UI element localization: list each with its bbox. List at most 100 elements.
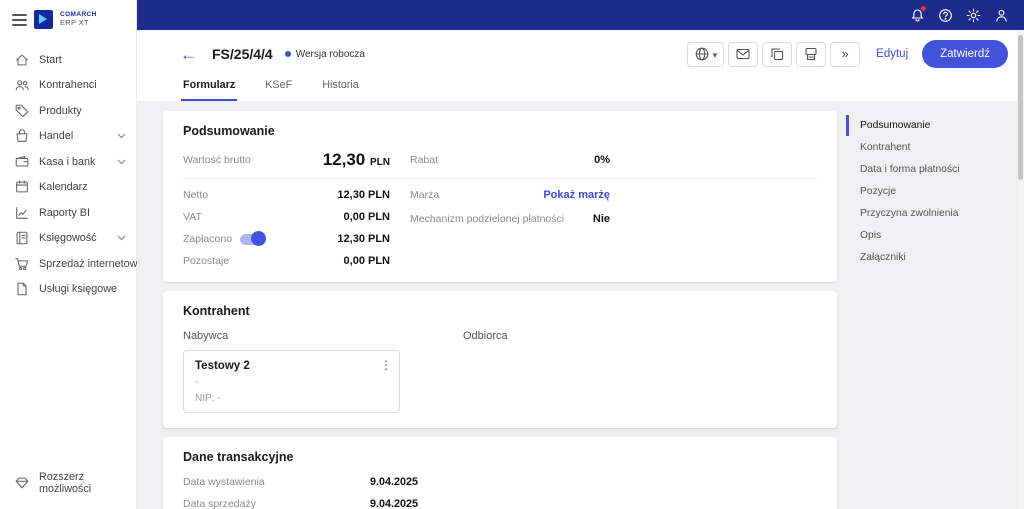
summary-row-vat: VAT 0,00 PLN (183, 211, 390, 223)
main-area: FS/25/4/4 Wersja robocza (137, 0, 1024, 509)
section-anchor-nav: Podsumowanie Kontrahent Data i forma pła… (846, 111, 1008, 509)
back-button[interactable] (180, 46, 197, 63)
fiscal-printer-icon (805, 47, 817, 61)
sidebar-item-start[interactable]: Start (0, 47, 136, 73)
anchor-przyczyna-zwolnienia[interactable]: Przyczyna zwolnienia (846, 203, 1008, 224)
buyer-address: - (195, 377, 199, 388)
email-button[interactable] (728, 41, 759, 67)
fiscal-printer-button[interactable] (796, 41, 827, 67)
gear-icon (966, 8, 981, 22)
help-button[interactable] (933, 3, 958, 27)
tab-bar: Formularz KSeF Historia (137, 74, 1024, 102)
transaction-row: Data sprzedaży 9.04.2025 (183, 497, 419, 509)
anchor-pozycje[interactable]: Pozycje (846, 181, 1008, 202)
copy-icon (771, 48, 784, 61)
tag-icon (13, 102, 30, 119)
sidebar-footer-upgrade[interactable]: Rozszerz możliwości (0, 459, 136, 509)
summary-title: Podsumowanie (183, 124, 275, 138)
sidebar-item-kasa-i-bank[interactable]: Kasa i bank (0, 149, 136, 175)
anchor-data-i-forma-platnosci[interactable]: Data i forma płatności (846, 159, 1008, 180)
sidebar: COMARCH ERP XT Start Kontrahenci Produkt… (0, 0, 161, 509)
notifications-button[interactable] (905, 3, 930, 27)
comarch-logo-icon (34, 10, 53, 29)
sidebar-item-produkty[interactable]: Produkty (0, 98, 136, 124)
currency-label: PLN (370, 157, 390, 168)
divider (183, 178, 817, 179)
sidebar-item-label: Raporty BI (39, 206, 91, 219)
notification-badge (920, 5, 927, 12)
hamburger-menu-icon[interactable] (12, 13, 27, 26)
summary-row-pozostaje: Pozostaje 0,00 PLN (183, 255, 390, 267)
sidebar-item-uslugi-ksiegowe[interactable]: Usługi księgowe (0, 277, 136, 303)
contractor-column-headers: Nabywca Odbiorca (183, 330, 817, 342)
sidebar-item-handel[interactable]: Handel (0, 124, 136, 150)
content-area: Podsumowanie Wartość brutto 12,30 PLN Ra… (137, 102, 1024, 509)
brand-line2: ERP XT (60, 17, 89, 27)
app-window: COMARCH ERP XT Start Kontrahenci Produkt… (0, 0, 1024, 509)
sidebar-item-label: Sprzedaż internetowa (39, 257, 144, 270)
sidebar-item-label: Start (39, 53, 62, 66)
sidebar-item-label: Kalendarz (39, 181, 88, 194)
document-title: FS/25/4/4 (212, 46, 273, 62)
tab-ksef[interactable]: KSeF (263, 74, 294, 101)
status-dot-icon (284, 51, 291, 57)
sidebar-header: COMARCH ERP XT (0, 8, 136, 39)
summary-grid: Netto 12,30 PLN VAT 0,00 PLN Zapłacono 1… (183, 189, 817, 267)
sidebar-item-label: Kontrahenci (39, 79, 97, 92)
header-actions: Edytuj Zatwierdź (686, 40, 1008, 68)
wallet-icon (13, 153, 30, 170)
envelope-icon (736, 48, 750, 60)
anchor-podsumowanie[interactable]: Podsumowanie (846, 115, 1008, 136)
tab-historia[interactable]: Historia (320, 74, 361, 101)
sidebar-item-label: Usługi księgowe (39, 283, 118, 296)
double-chevron-right-icon (842, 45, 849, 63)
document-icon (13, 281, 30, 298)
user-button[interactable] (989, 3, 1014, 27)
help-icon (939, 8, 952, 22)
caret-down-icon (713, 45, 718, 63)
buyer-card[interactable]: Testowy 2 - NIP: - (183, 350, 400, 413)
copy-button[interactable] (762, 41, 793, 67)
summary-card: Podsumowanie Wartość brutto 12,30 PLN Ra… (163, 111, 837, 282)
sidebar-item-kalendarz[interactable]: Kalendarz (0, 175, 136, 201)
anchor-zalaczniki[interactable]: Załączniki (846, 247, 1008, 268)
summary-row-split-payment: Mechanizm podzielonej płatności Nie (410, 213, 610, 225)
contractor-card: Kontrahent Nabywca Odbiorca Testowy 2 - … (163, 291, 837, 428)
sidebar-item-raporty-bi[interactable]: Raporty BI (0, 200, 136, 226)
anchor-kontrahent[interactable]: Kontrahent (846, 137, 1008, 158)
receiver-header: Odbiorca (463, 330, 508, 342)
summary-row-zaplacono: Zapłacono 12,30 PLN (183, 231, 390, 246)
ledger-icon (13, 230, 30, 247)
sidebar-item-sprzedaz-internetowa[interactable]: Sprzedaż internetowa (0, 251, 161, 277)
anchor-opis[interactable]: Opis (846, 225, 1008, 246)
globe-dropdown-button[interactable] (686, 41, 725, 67)
paid-toggle[interactable] (240, 231, 267, 246)
sidebar-item-kontrahenci[interactable]: Kontrahenci (0, 73, 136, 99)
buyer-nip: NIP: - (195, 393, 221, 404)
show-margin-link[interactable]: Pokaż marżę (543, 189, 610, 201)
sidebar-item-label: Kasa i bank (39, 155, 96, 168)
sidebar-item-ksiegowosc[interactable]: Księgowość (0, 226, 136, 252)
sidebar-item-label: Produkty (39, 104, 82, 117)
transaction-title: Dane transakcyjne (183, 450, 294, 464)
summary-row-netto: Netto 12,30 PLN (183, 189, 390, 201)
chevron-down-icon (117, 133, 126, 139)
discount-label: Rabat (410, 154, 439, 166)
buyer-header: Nabywca (183, 330, 229, 342)
edit-button[interactable]: Edytuj (876, 48, 908, 60)
approve-button[interactable]: Zatwierdź (922, 40, 1008, 68)
cart-icon (13, 255, 30, 272)
settings-button[interactable] (961, 3, 986, 27)
cards-column: Podsumowanie Wartość brutto 12,30 PLN Ra… (163, 111, 837, 509)
scrollbar-thumb[interactable] (1018, 35, 1023, 180)
vertical-scrollbar[interactable] (1017, 31, 1024, 509)
brand-text: COMARCH ERP XT (60, 11, 97, 27)
tab-formularz[interactable]: Formularz (181, 74, 238, 101)
more-actions-button[interactable] (830, 41, 861, 67)
sidebar-menu: Start Kontrahenci Produkty Handel Kasa i… (0, 39, 161, 459)
buyer-name: Testowy 2 (195, 360, 250, 372)
chevron-down-icon (117, 159, 126, 165)
kebab-menu-icon[interactable] (380, 358, 392, 372)
topbar (137, 0, 1024, 30)
document-header: FS/25/4/4 Wersja robocza (137, 30, 1024, 74)
